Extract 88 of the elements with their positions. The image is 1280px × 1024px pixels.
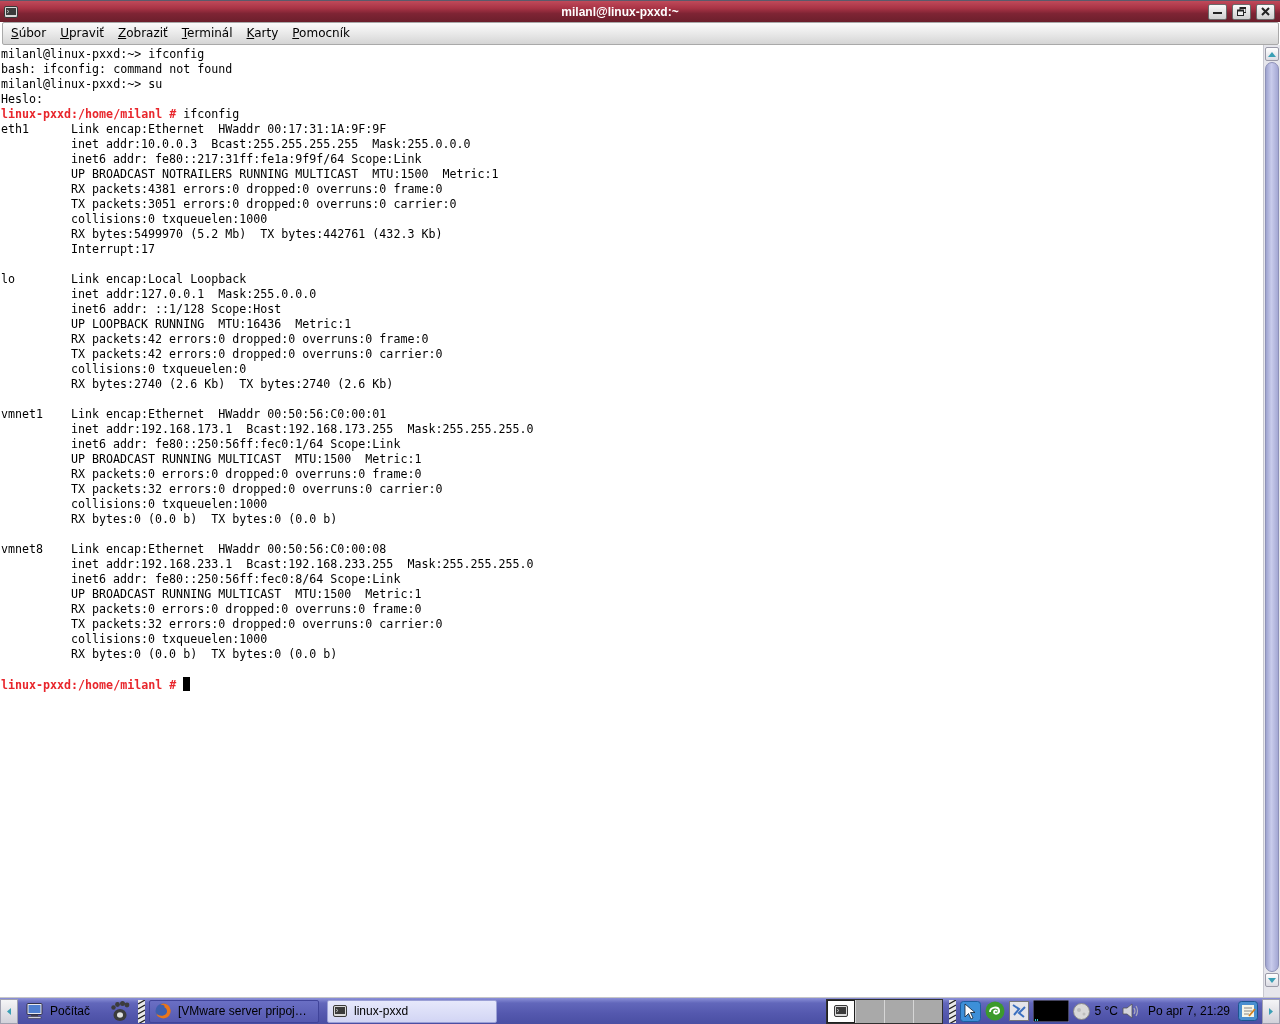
terminal-line: inet addr:127.0.0.1 Mask:255.0.0.0 — [71, 287, 317, 302]
swirl-icon[interactable] — [985, 1001, 1006, 1021]
workspace-switcher[interactable] — [826, 998, 944, 1024]
terminal-line: RX bytes:0 (0.0 b) TX bytes:0 (0.0 b) — [71, 647, 338, 662]
panel-left-button[interactable] — [0, 998, 18, 1024]
workspace-cell[interactable] — [856, 999, 885, 1023]
load-graph[interactable] — [1033, 1000, 1070, 1022]
terminal-line: Link encap:Ethernet HWaddr 00:50:56:C0:00:08 — [71, 542, 387, 557]
interface-name: vmnet8 — [1, 542, 44, 557]
menu-item[interactable]: Karty — [239, 23, 286, 44]
left-arrow-icon — [7, 1007, 11, 1015]
shell-prompt: linux-pxxd:/home/milanl # — [1, 678, 177, 693]
terminal-line: inet6 addr: fe80::250:56ff:fec0:8/64 Scope:Link — [71, 572, 401, 587]
terminal-line: inet6 addr: fe80::217:31ff:fe1a:9f9f/64 Scope:Link — [71, 152, 422, 167]
command-text: ifconfig — [183, 107, 240, 122]
computer-icon — [26, 1003, 43, 1019]
terminal-line: TX packets:3051 errors:0 dropped:0 overruns:0 carrier:0 — [71, 197, 457, 212]
terminal-line: RX packets:0 errors:0 dropped:0 overruns:0 frame:0 — [71, 467, 422, 482]
minimize-button[interactable] — [1208, 3, 1227, 20]
terminal-line: UP BROADCAST NOTRAILERS RUNNING MULTICAST MTU:1500 Metric:1 — [71, 167, 499, 182]
terminal-line: inet addr:192.168.173.1 Bcast:192.168.173.255 Mask:255.255.255.0 — [71, 422, 534, 437]
speaker-icon[interactable] — [1121, 1002, 1140, 1020]
window-title: milanl@linux-pxxd:~ — [561, 4, 679, 19]
terminal-line: Link encap:Ethernet HWaddr 00:50:56:C0:00:01 — [71, 407, 387, 422]
workspace-cell[interactable] — [885, 999, 914, 1023]
terminal-line: inet addr:192.168.233.1 Bcast:192.168.233.255 Mask:255.255.255.0 — [71, 557, 534, 572]
interface-name: lo — [1, 272, 16, 287]
interface-name: eth1 — [1, 122, 30, 137]
terminal-icon — [333, 1005, 348, 1017]
workspace-cell[interactable] — [914, 999, 943, 1023]
menu-item[interactable]: Terminál — [174, 23, 240, 44]
terminal-line: collisions:0 txqueuelen:1000 — [71, 497, 268, 512]
terminal-line: Link encap:Ethernet HWaddr 00:17:31:1A:9F:9F — [71, 122, 387, 137]
scrollbar-thumb[interactable] — [1265, 62, 1279, 972]
up-arrow-icon — [1268, 51, 1276, 57]
moon-icon — [1073, 1002, 1091, 1020]
temperature-text: 5 °C — [1094, 1003, 1118, 1020]
menu-item[interactable]: Upraviť — [53, 23, 111, 44]
terminal-line: collisions:0 txqueuelen:0 — [71, 362, 247, 377]
terminal-line: bash: ifconfig: command not found — [1, 62, 233, 77]
interface-name: vmnet1 — [1, 407, 44, 422]
terminal-line: RX packets:0 errors:0 dropped:0 overruns:0 frame:0 — [71, 602, 422, 617]
terminal-line: UP BROADCAST RUNNING MULTICAST MTU:1500 Metric:1 — [71, 587, 422, 602]
drag-handle-icon[interactable] — [138, 999, 146, 1023]
taskbar-button[interactable]: [VMware server pripoj… — [149, 999, 320, 1023]
terminal-line: TX packets:42 errors:0 dropped:0 overruns:0 carrier:0 — [71, 347, 443, 362]
terminal-line: RX packets:42 errors:0 dropped:0 overruns:0 frame:0 — [71, 332, 429, 347]
terminal-line: inet addr:10.0.0.3 Bcast:255.255.255.255 Mask:255.0.0.0 — [71, 137, 471, 152]
terminal-line: collisions:0 txqueuelen:1000 — [71, 632, 268, 647]
terminal-line: Heslo: — [1, 92, 44, 107]
browser-icon — [155, 1003, 172, 1019]
shell-prompt: linux-pxxd:/home/milanl # — [1, 107, 177, 122]
terminal-line: inet6 addr: ::1/128 Scope:Host — [71, 302, 282, 317]
foot-icon[interactable] — [110, 1000, 131, 1022]
restore-icon — [1237, 7, 1246, 16]
workspace-cell[interactable] — [827, 999, 856, 1023]
terminal-line: TX packets:32 errors:0 dropped:0 overruns:0 carrier:0 — [71, 482, 443, 497]
menu-item[interactable]: Súbor — [4, 23, 54, 44]
computer-menu-button[interactable]: Počítač — [22, 999, 95, 1023]
menu-item[interactable]: Zobraziť — [110, 23, 175, 44]
window-thumbnail-icon — [834, 1005, 849, 1017]
down-arrow-icon — [1268, 977, 1276, 983]
terminal-line: milanl@linux-pxxd:~> su — [1, 77, 163, 92]
drag-handle-icon[interactable] — [949, 999, 957, 1023]
terminal-line: Interrupt:17 — [71, 242, 156, 257]
menu-item[interactable]: Pomocník — [285, 23, 357, 44]
terminal-line: UP LOOPBACK RUNNING MTU:16436 Metric:1 — [71, 317, 352, 332]
terminal-line: Link encap:Local Loopback — [71, 272, 247, 287]
clock-text[interactable]: Po apr 7, 21:29 — [1147, 1002, 1230, 1020]
terminal-line: RX packets:4381 errors:0 dropped:0 overruns:0 frame:0 — [71, 182, 443, 197]
terminal-line: RX bytes:0 (0.0 b) TX bytes:0 (0.0 b) — [71, 512, 338, 527]
close-icon — [1261, 7, 1270, 16]
arrows-icon[interactable] — [1009, 1001, 1030, 1021]
terminal-line: inet6 addr: fe80::250:56ff:fec0:1/64 Scope:Link — [71, 437, 401, 452]
terminal-line: TX packets:32 errors:0 dropped:0 overruns:0 carrier:0 — [71, 617, 443, 632]
close-button[interactable] — [1256, 3, 1275, 20]
notepad-icon[interactable] — [1238, 1001, 1258, 1021]
terminal-line: RX bytes:2740 (2.6 Kb) TX bytes:2740 (2.6 Kb) — [71, 377, 394, 392]
taskbar-button[interactable]: linux-pxxd — [327, 999, 498, 1023]
terminal-line: RX bytes:5499970 (5.2 Mb) TX bytes:442761 (432.3 Kb) — [71, 227, 443, 242]
scroll-up-button[interactable] — [1265, 47, 1279, 61]
scroll-down-button[interactable] — [1265, 973, 1279, 987]
terminal-line: collisions:0 txqueuelen:1000 — [71, 212, 268, 227]
terminal-icon[interactable] — [4, 5, 18, 18]
terminal-line: milanl@linux-pxxd:~> ifconfig — [1, 47, 205, 62]
right-arrow-icon — [1269, 1007, 1273, 1015]
restore-button[interactable] — [1232, 3, 1251, 20]
terminal-line: UP BROADCAST RUNNING MULTICAST MTU:1500 Metric:1 — [71, 452, 422, 467]
